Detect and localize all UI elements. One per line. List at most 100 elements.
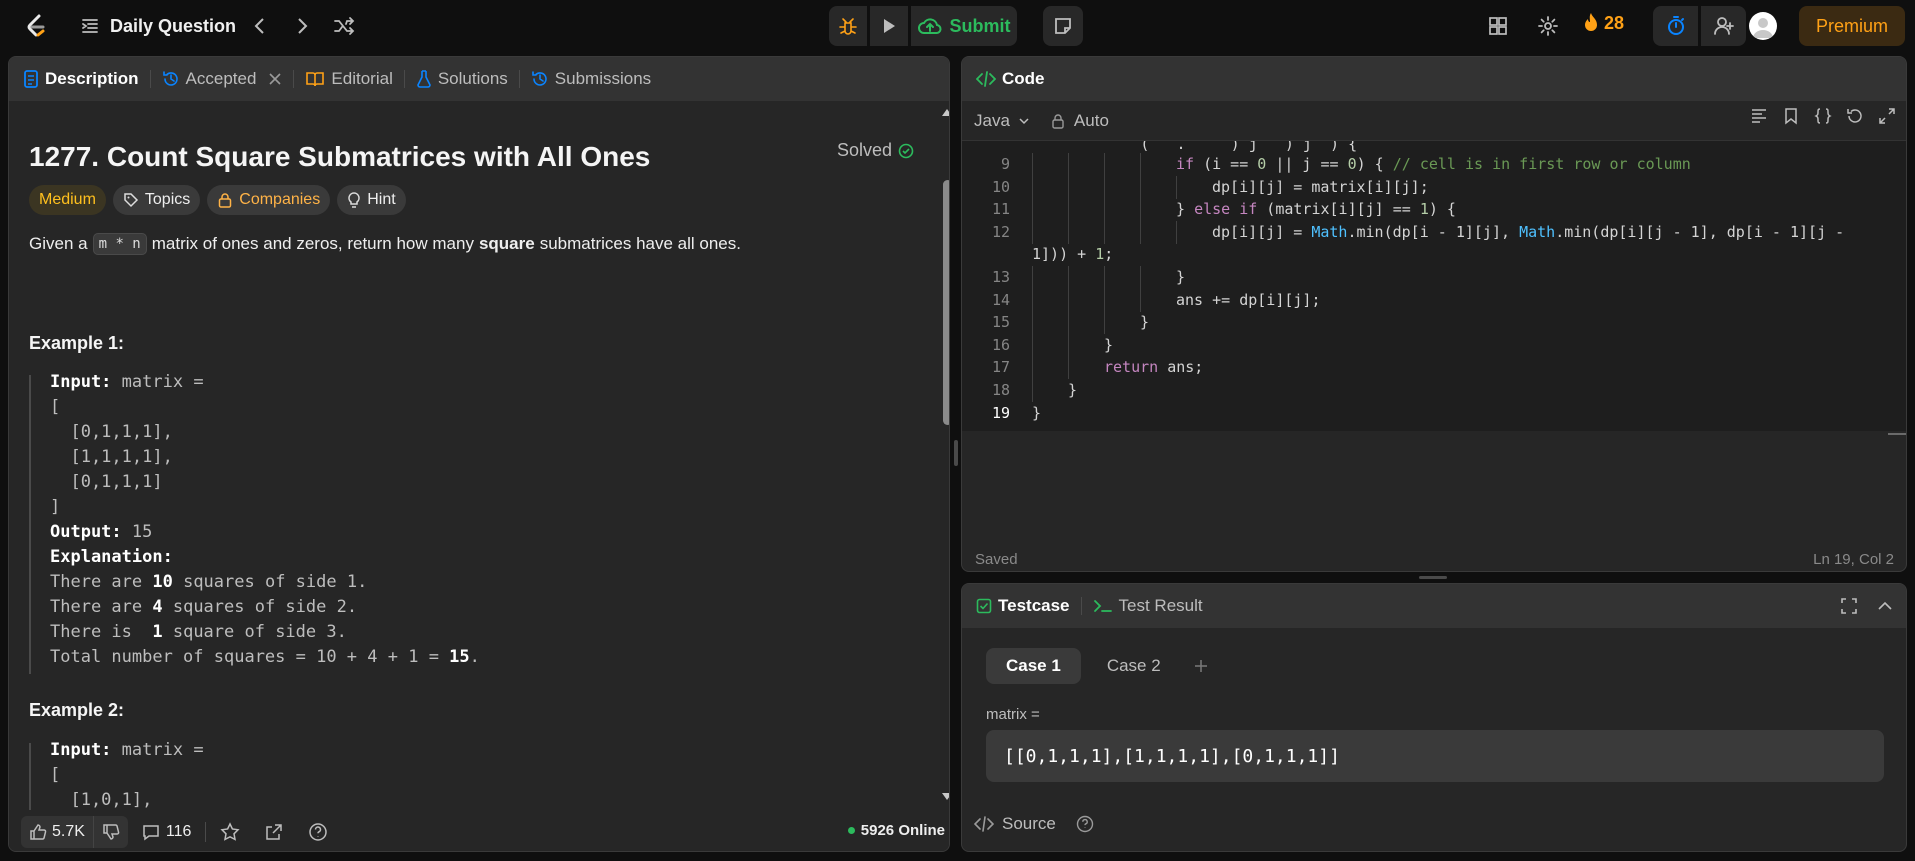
tab-test-result[interactable]: Test Result [1093, 584, 1203, 628]
add-case-icon[interactable] [1193, 658, 1209, 674]
topics-chip[interactable]: Topics [112, 185, 201, 215]
description-panel: Description Accepted Editorial Solutions… [8, 56, 950, 852]
shuffle-icon[interactable] [332, 14, 356, 38]
tab-description[interactable]: Description [23, 57, 139, 101]
submit-button[interactable]: Submit [911, 6, 1017, 46]
statement-text: Given a [29, 234, 88, 253]
play-icon [884, 19, 895, 33]
indent-guide [1104, 175, 1105, 199]
editor-minimap-marker [1888, 433, 1906, 435]
tab-submissions-label: Submissions [554, 69, 652, 88]
tab-testcase-label: Testcase [998, 596, 1070, 615]
online-label: 5926 Online [860, 822, 945, 839]
tab-solutions[interactable]: Solutions [416, 57, 508, 101]
next-question-button[interactable] [290, 14, 314, 38]
testcase-tab-bar: Testcase Test Result [962, 584, 1906, 628]
tab-accepted-label: Accepted [185, 69, 257, 88]
case-2-tab[interactable]: Case 2 [1087, 648, 1181, 684]
comments-button[interactable]: 116 [142, 823, 192, 841]
description-tab-bar: Description Accepted Editorial Solutions… [9, 57, 949, 101]
leetcode-logo-icon[interactable] [22, 12, 50, 40]
chevron-up-icon[interactable] [1876, 597, 1894, 615]
footer-divider [205, 822, 207, 842]
indent-guide [1068, 175, 1069, 199]
tab-editorial[interactable]: Editorial [305, 57, 393, 101]
code-text: 1])) + 1; [1032, 245, 1114, 264]
code-panel: Code Java Auto ( . ) j ) j ) { 9 if (i ==… [961, 56, 1907, 572]
user-avatar[interactable] [1749, 12, 1777, 40]
tab-divider [518, 70, 520, 88]
close-icon[interactable] [268, 72, 282, 86]
braces-icon[interactable] [1814, 107, 1832, 125]
vote-box: 5.7K [21, 816, 128, 848]
layout-icon[interactable] [1486, 14, 1510, 38]
stopwatch-button[interactable] [1653, 6, 1698, 46]
source-button[interactable]: Source [974, 814, 1094, 834]
bug-icon [839, 18, 857, 35]
indent-guide [1032, 356, 1033, 380]
add-friend-button[interactable] [1701, 6, 1746, 46]
matrix-line: [0,1,1,1], [50, 422, 173, 442]
premium-button[interactable]: Premium [1799, 6, 1905, 46]
format-icon[interactable] [1750, 107, 1768, 125]
notes-button[interactable] [1043, 6, 1083, 46]
editor-actions [1750, 107, 1896, 125]
run-button[interactable] [870, 6, 908, 46]
code-text: } else if (matrix[i][j] == 1) { [1176, 200, 1456, 219]
companies-chip[interactable]: Companies [207, 185, 331, 215]
statement-text: matrix of ones and zeros, return how man… [151, 234, 474, 253]
hint-chip[interactable]: Hint [337, 185, 406, 215]
output-value: 15 [131, 522, 153, 542]
online-dot [847, 827, 855, 834]
scroll-down-arrow[interactable] [941, 792, 949, 802]
tab-code[interactable]: Code [976, 57, 1045, 101]
tab-submissions[interactable]: Submissions [531, 57, 651, 101]
language-select[interactable]: Java [974, 111, 1030, 131]
chevron-down-icon [1019, 117, 1029, 124]
tab-testcase[interactable]: Testcase [976, 584, 1070, 628]
statement-text: submatrices have all ones. [539, 234, 741, 253]
autocomplete-toggle[interactable]: Auto [1050, 111, 1109, 131]
line-number: 9 [1000, 155, 1010, 173]
bookmark-icon[interactable] [1782, 107, 1800, 125]
solved-label: Solved [837, 140, 893, 160]
vertical-splitter-handle[interactable] [954, 440, 958, 466]
list-icon [80, 16, 100, 36]
code-editor[interactable]: ( . ) j ) j ) { 9 if (i == 0 || j == 0) {… [962, 141, 1906, 431]
horizontal-splitter-handle[interactable] [1419, 576, 1447, 579]
tab-test-result-label: Test Result [1118, 596, 1203, 615]
scroll-up-arrow[interactable] [941, 107, 949, 117]
indent-guide [1032, 266, 1033, 289]
streak-counter[interactable]: 28 [1582, 12, 1624, 34]
problem-title[interactable]: 1277. Count Square Submatrices with All … [29, 141, 650, 173]
dislike-button[interactable] [92, 816, 128, 848]
case-1-tab[interactable]: Case 1 [986, 648, 1081, 684]
line-number: 18 [991, 381, 1010, 399]
settings-gear-icon[interactable] [1536, 14, 1560, 38]
help-icon[interactable] [1076, 815, 1094, 833]
output-label: Output: [50, 522, 122, 542]
matrix-line: [ [50, 397, 61, 417]
indent-guide [1140, 220, 1141, 244]
reset-icon[interactable] [1846, 107, 1864, 125]
star-icon[interactable] [220, 822, 241, 842]
code-title: Code [1002, 69, 1045, 88]
code-line: 9 if (i == 0 || j == 0) { // cell is in f… [962, 153, 1906, 176]
line-number: 17 [991, 358, 1010, 377]
prev-question-button[interactable] [248, 14, 272, 38]
checkbox-icon [976, 598, 992, 614]
line-number: 12 [991, 222, 1010, 241]
tab-accepted[interactable]: Accepted [162, 57, 283, 101]
matrix-input[interactable]: [[0,1,1,1],[1,1,1,1],[0,1,1,1]] [986, 730, 1884, 782]
share-icon[interactable] [264, 822, 284, 842]
like-button[interactable]: 5.7K [21, 816, 93, 848]
expand-icon[interactable] [1840, 597, 1858, 615]
description-scrollbar-thumb[interactable] [943, 180, 949, 425]
code-line: 18} [962, 379, 1906, 402]
debug-button[interactable] [829, 6, 867, 46]
save-status: Saved [975, 551, 1018, 568]
help-icon[interactable] [308, 822, 328, 842]
comment-count: 116 [165, 823, 192, 840]
daily-question-button[interactable]: Daily Question [80, 13, 236, 39]
fullscreen-icon[interactable] [1878, 107, 1896, 125]
